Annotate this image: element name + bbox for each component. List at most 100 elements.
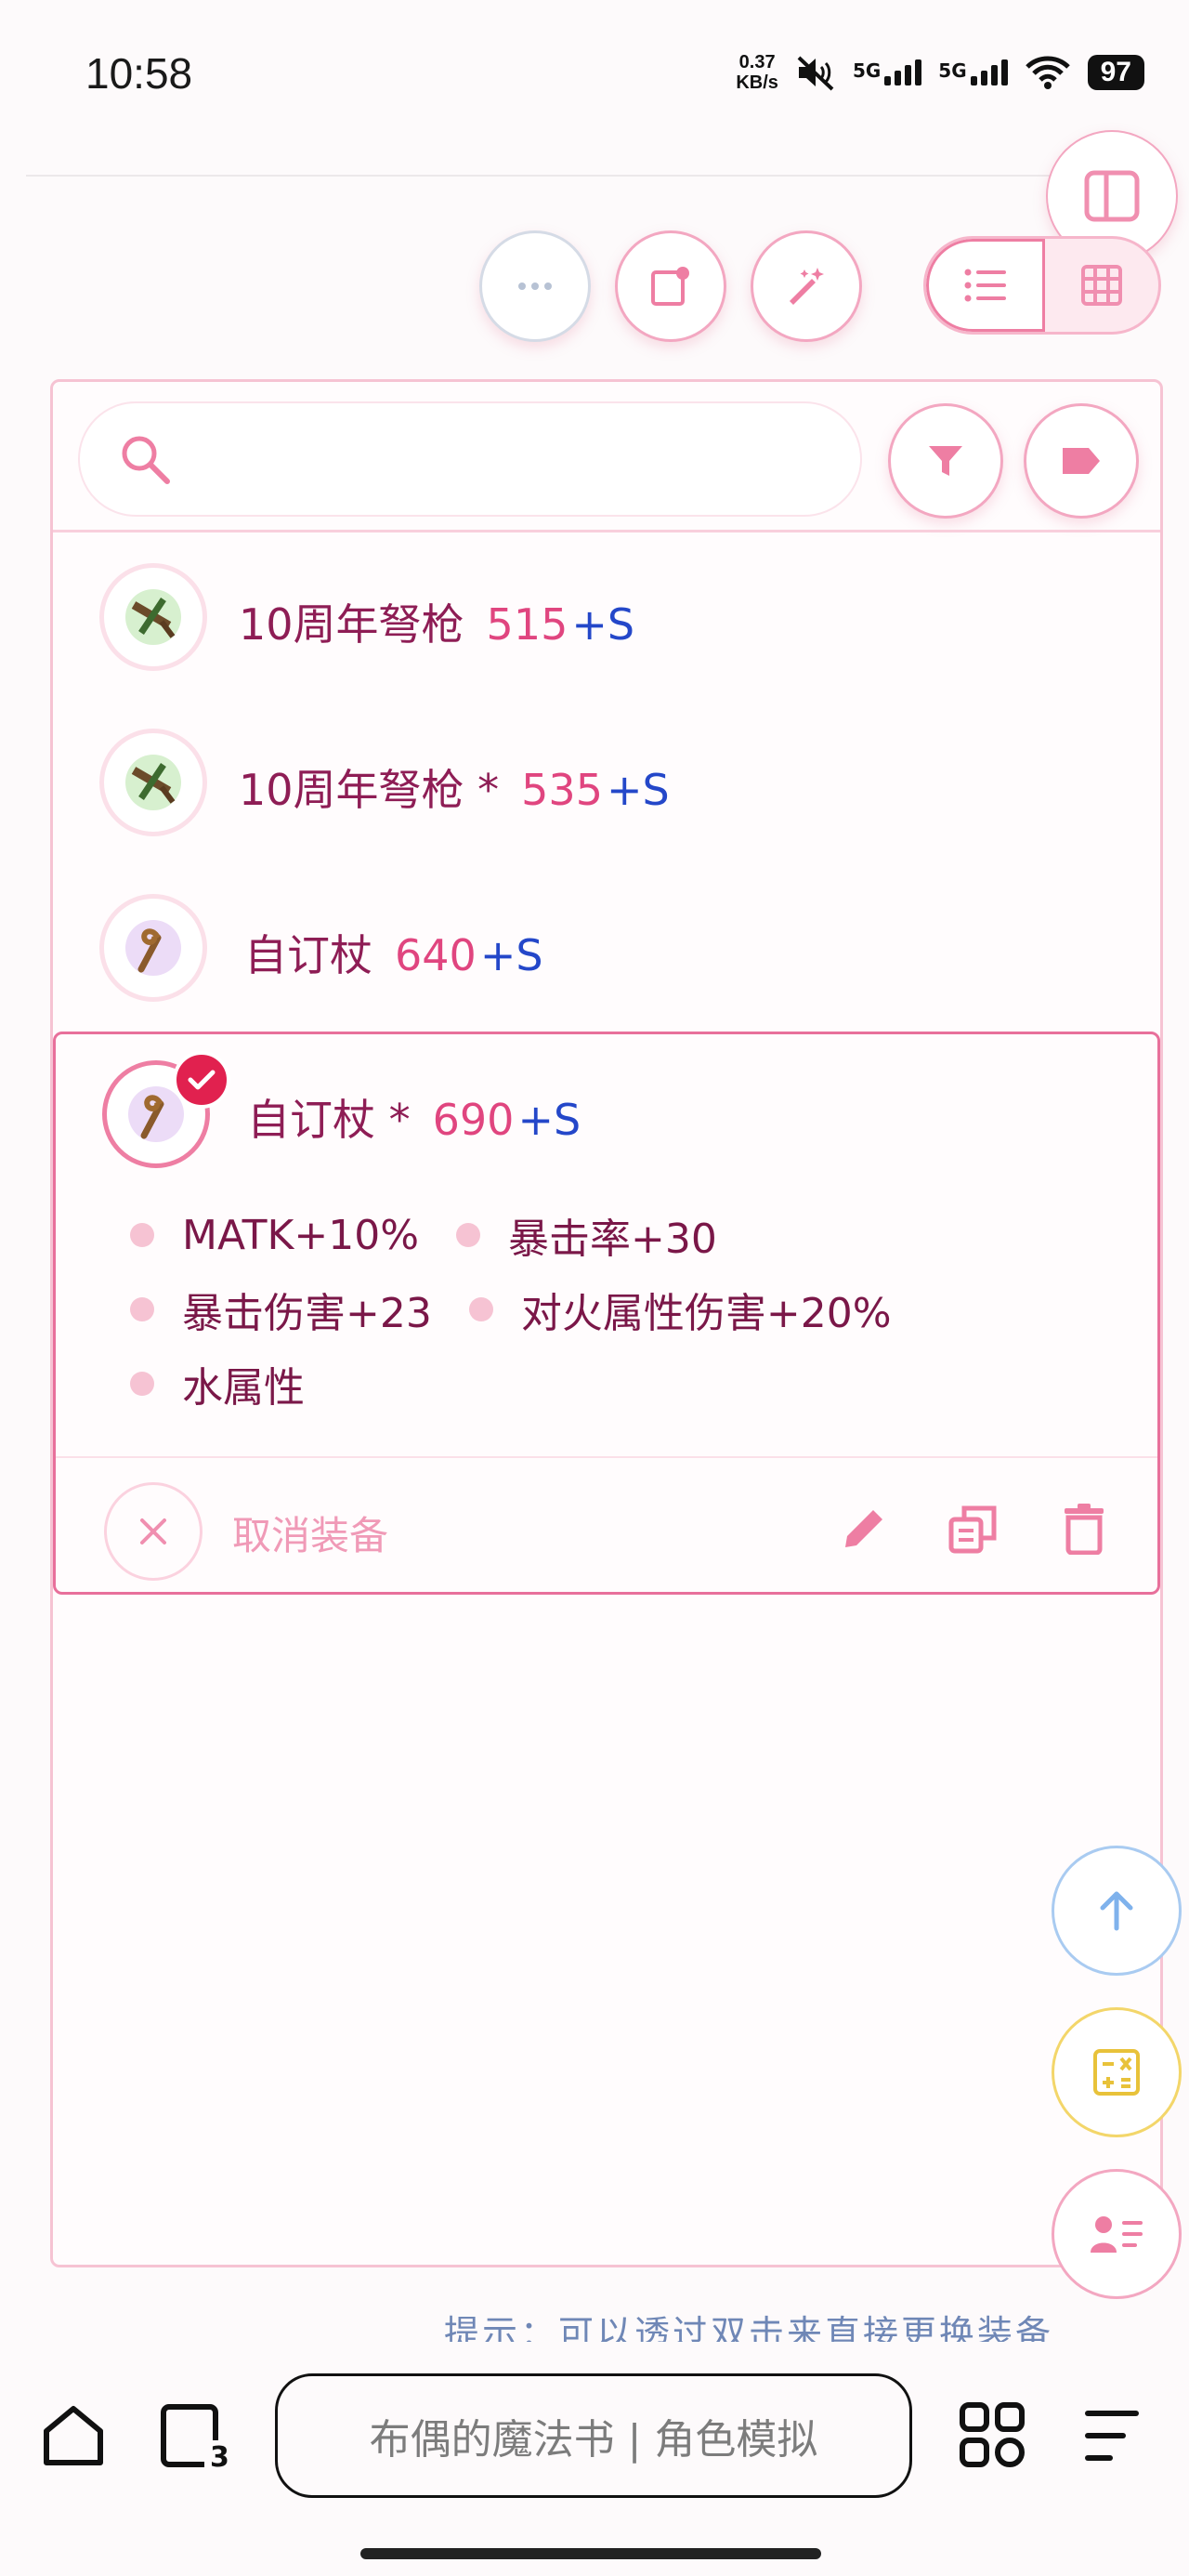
signal-1-label: 5G xyxy=(852,59,882,82)
cancel-equip-label[interactable]: 取消装备 xyxy=(232,1505,388,1561)
item-name: 10周年弩枪 * xyxy=(239,765,500,815)
home-indicator[interactable] xyxy=(360,2548,821,2559)
battery-indicator: 97 xyxy=(1087,55,1144,90)
more-icon xyxy=(518,283,552,290)
crossbow-icon xyxy=(125,589,181,645)
grid-view-button[interactable] xyxy=(1045,239,1158,332)
grid-view-icon xyxy=(1081,265,1122,306)
contact-card-icon xyxy=(1091,2216,1143,2253)
calculator-button[interactable] xyxy=(1052,2007,1182,2137)
bullet xyxy=(456,1223,481,1247)
apps-grid-icon[interactable] xyxy=(959,2401,1026,2468)
view-toggle[interactable] xyxy=(923,236,1161,335)
list-item[interactable]: 自订杖 640+S xyxy=(53,872,1160,1030)
selected-item-header: 自订杖 * 690+S xyxy=(56,1034,1157,1192)
calculator-icon xyxy=(1093,2049,1140,2096)
bullet xyxy=(130,1372,154,1396)
attribute-text: 水属性 xyxy=(182,1364,305,1412)
status-time: 10:58 xyxy=(85,49,193,98)
scroll-top-button[interactable] xyxy=(1052,1846,1182,1976)
item-plus: +S xyxy=(517,1095,581,1145)
attribute-text: 暴击伤害+23 xyxy=(182,1290,432,1337)
item-avatar xyxy=(99,729,207,836)
item-name-line: 10周年弩枪 * 535+S xyxy=(239,756,670,818)
search-box[interactable] xyxy=(78,401,862,517)
copy-icon[interactable] xyxy=(947,1503,1000,1555)
attribute: MATK+10% xyxy=(130,1212,419,1259)
filter-icon xyxy=(929,446,962,476)
signal-bars-icon xyxy=(970,59,1008,85)
tag-icon xyxy=(1063,448,1100,474)
crossbow-icon xyxy=(125,755,181,810)
staff-icon xyxy=(125,920,181,976)
list-view-button[interactable] xyxy=(926,239,1045,332)
item-plus: +S xyxy=(479,930,543,980)
top-divider xyxy=(26,175,1163,177)
mute-icon xyxy=(797,56,834,91)
panel-divider xyxy=(53,530,1160,532)
item-name: 10周年弩枪 xyxy=(239,599,464,650)
card-actions: 取消装备 xyxy=(56,1460,1157,1594)
search-icon xyxy=(122,436,170,484)
attribute: 暴击率+30 xyxy=(456,1205,717,1265)
check-icon xyxy=(188,1070,216,1090)
item-avatar xyxy=(99,894,207,1002)
list-item[interactable]: 10周年弩枪 515+S xyxy=(53,541,1160,699)
close-icon xyxy=(140,1518,166,1544)
item-plus: +S xyxy=(606,765,670,815)
menu-icon[interactable] xyxy=(1081,2407,1143,2464)
network-speed: 0.37 KB/s xyxy=(736,52,778,93)
wifi-icon xyxy=(1025,56,1070,89)
item-name: 自订杖 xyxy=(244,930,372,980)
address-bar[interactable]: 布偶的魔法书 | 角色模拟 xyxy=(275,2373,912,2498)
attribute: 暴击伤害+23 xyxy=(130,1280,432,1339)
item-value: 515 xyxy=(486,599,568,650)
attribute: 对火属性伤害+20% xyxy=(468,1280,892,1339)
item-avatar xyxy=(99,563,207,671)
list-view-icon xyxy=(964,269,1006,302)
item-value: 640 xyxy=(395,930,477,980)
note-icon xyxy=(651,267,689,306)
list-item[interactable]: 10周年弩枪 * 535+S xyxy=(53,706,1160,864)
search-input[interactable] xyxy=(182,431,836,489)
magic-wand-button[interactable] xyxy=(751,230,862,342)
selected-item-card[interactable]: 自订杖 * 690+S MATK+10% 暴击率+30 暴击伤害+23 对火属性伤… xyxy=(53,1032,1160,1595)
hint-text: 提示：可以透过双击来直接更换装备 xyxy=(444,2313,1054,2342)
item-value: 535 xyxy=(521,765,603,815)
arrow-up-icon xyxy=(1100,1891,1133,1931)
item-name-line: 10周年弩枪 515+S xyxy=(239,591,634,652)
more-button[interactable] xyxy=(479,230,591,342)
network-speed-unit: KB/s xyxy=(736,72,778,93)
home-icon[interactable] xyxy=(41,2403,106,2468)
item-attributes: MATK+10% 暴击率+30 暴击伤害+23 对火属性伤害+20% 水属性 xyxy=(130,1198,1133,1421)
sidebar-toggle-icon xyxy=(1084,170,1140,222)
magic-wand-icon xyxy=(790,268,824,305)
equipped-check-badge xyxy=(173,1051,230,1109)
character-card-button[interactable] xyxy=(1052,2169,1182,2299)
delete-icon[interactable] xyxy=(1061,1503,1107,1555)
attribute: 水属性 xyxy=(130,1354,305,1413)
tag-button[interactable] xyxy=(1024,403,1139,519)
signal-2: 5G xyxy=(938,59,1008,85)
edit-icon[interactable] xyxy=(838,1503,890,1555)
item-value: 690 xyxy=(432,1095,515,1145)
note-button[interactable] xyxy=(615,230,726,342)
item-name-line: 自订杖 * 690+S xyxy=(247,1086,581,1148)
bullet xyxy=(130,1223,154,1247)
item-name-line: 自订杖 640+S xyxy=(244,922,543,983)
status-indicators: 0.37 KB/s 5G 5G 97 xyxy=(736,52,1144,93)
signal-1: 5G xyxy=(852,59,922,85)
cancel-equip-button[interactable] xyxy=(104,1482,203,1581)
network-speed-value: 0.37 xyxy=(738,52,776,72)
bullet xyxy=(468,1297,493,1321)
address-bar-text: 布偶的魔法书 | 角色模拟 xyxy=(369,2416,818,2464)
attribute-text: MATK+10% xyxy=(182,1211,420,1259)
svg-text:3: 3 xyxy=(210,2441,229,2468)
item-plus: +S xyxy=(571,599,635,650)
tabs-icon[interactable]: 3 xyxy=(160,2403,230,2468)
filter-button[interactable] xyxy=(888,403,1003,519)
bullet xyxy=(130,1297,154,1321)
signal-bars-icon xyxy=(884,59,922,85)
signal-2-label: 5G xyxy=(938,59,967,82)
item-name: 自订杖 * xyxy=(247,1095,411,1145)
